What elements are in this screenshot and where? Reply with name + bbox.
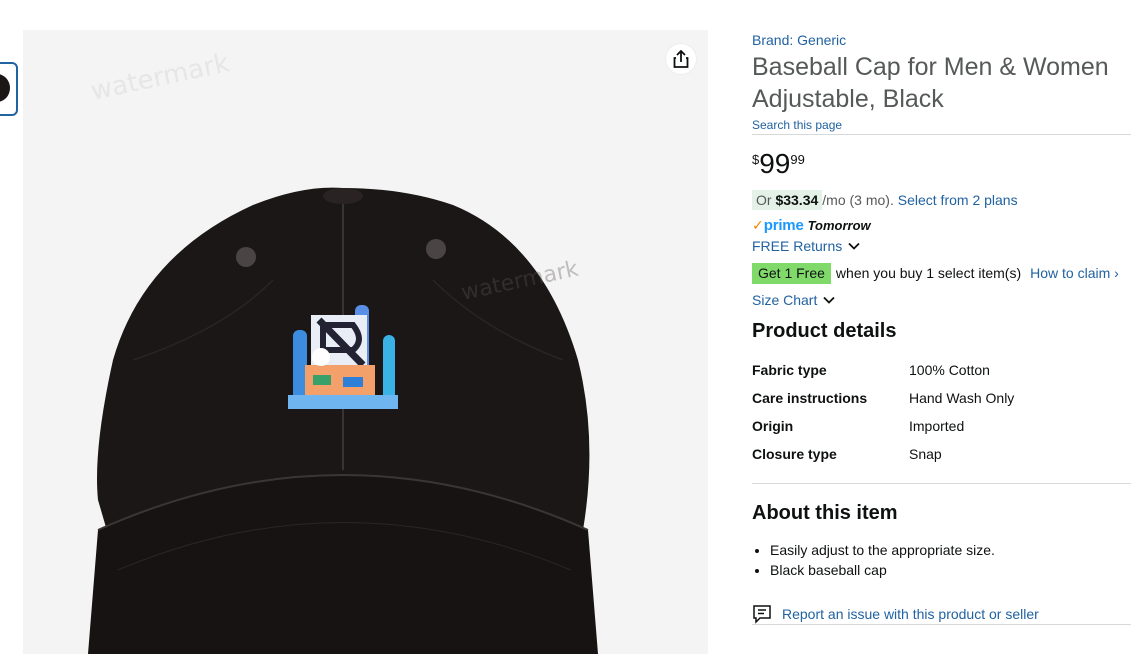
installment-highlight: Or $33.34 [752, 190, 823, 210]
detail-key: Care instructions [752, 390, 868, 406]
detail-value: Imported [909, 418, 965, 434]
how-to-claim-link[interactable]: How to claim › [1030, 265, 1119, 281]
table-row: Closure type Snap [752, 440, 1131, 468]
product-title: Baseball Cap for Men & Women Adjustable,… [752, 53, 1109, 113]
detail-value: Hand Wash Only [909, 390, 1015, 406]
detail-key: Closure type [752, 446, 837, 462]
report-issue-label: Report an issue with this product or sel… [782, 606, 1039, 622]
size-chart-link[interactable]: Size Chart [752, 292, 835, 308]
price-symbol: $ [752, 152, 760, 167]
about-bullets: Easily adjust to the appropriate size. B… [752, 540, 995, 580]
divider [752, 624, 1131, 625]
promotion: Get 1 Free when you buy 1 select item(s)… [752, 262, 1119, 284]
search-this-page-link[interactable]: Search this page [752, 118, 842, 132]
detail-value: 100% Cotton [909, 362, 990, 378]
price-fraction: 99 [790, 152, 805, 167]
divider [752, 483, 1131, 484]
select-plans-link[interactable]: Select from 2 plans [898, 192, 1018, 208]
installment-offer: Or $33.34/mo (3 mo). Select from 2 plans [752, 190, 1018, 210]
chevron-down-icon [848, 242, 860, 250]
brand-link[interactable]: Brand: Generic [752, 32, 846, 48]
size-chart-label: Size Chart [752, 292, 818, 308]
table-row: Origin Imported [752, 412, 1131, 440]
free-returns-link[interactable]: FREE Returns [752, 238, 860, 254]
share-button[interactable] [666, 44, 696, 74]
installment-amount: $33.34 [775, 192, 819, 208]
product-details-heading: Product details [752, 320, 897, 342]
svg-text:watermark: watermark [88, 48, 232, 107]
prime-logo: prime [763, 216, 804, 234]
promo-text: when you buy 1 select item(s) [835, 265, 1022, 281]
image-thumbnail[interactable] [0, 62, 18, 116]
thumbnail-cap-image [0, 74, 10, 102]
installment-prefix: Or [756, 192, 772, 208]
product-details-table: Fabric type 100% Cotton Care instruction… [752, 356, 1131, 468]
breadcrumb [0, 0, 460, 4]
list-item: Easily adjust to the appropriate size. [770, 540, 995, 560]
prime-badge: ✓ prime Tomorrow [752, 216, 871, 234]
price-whole: 99 [759, 148, 791, 179]
installment-suffix: /mo (3 mo). [822, 192, 894, 208]
prime-check-icon: ✓ [752, 216, 764, 233]
detail-value: Snap [909, 446, 942, 462]
divider [752, 134, 1131, 135]
price: $9999 [752, 148, 805, 180]
chevron-down-icon [823, 296, 835, 304]
list-item: Black baseball cap [770, 560, 995, 580]
report-flag-icon [753, 605, 771, 624]
free-returns-label: FREE Returns [752, 238, 843, 254]
table-row: Care instructions Hand Wash Only [752, 384, 1131, 412]
table-row: Fabric type 100% Cotton [752, 356, 1131, 384]
share-icon [673, 49, 689, 68]
promo-badge: Get 1 Free [752, 262, 831, 284]
delivery-estimate: Tomorrow [807, 217, 871, 233]
product-image[interactable]: watermark watermark [23, 30, 708, 654]
cap-image: watermark watermark [88, 48, 598, 654]
detail-key: Origin [752, 418, 794, 434]
about-this-item-heading: About this item [752, 502, 898, 524]
report-issue-link[interactable]: Report an issue with this product or sel… [752, 604, 1039, 624]
detail-key: Fabric type [752, 362, 827, 378]
